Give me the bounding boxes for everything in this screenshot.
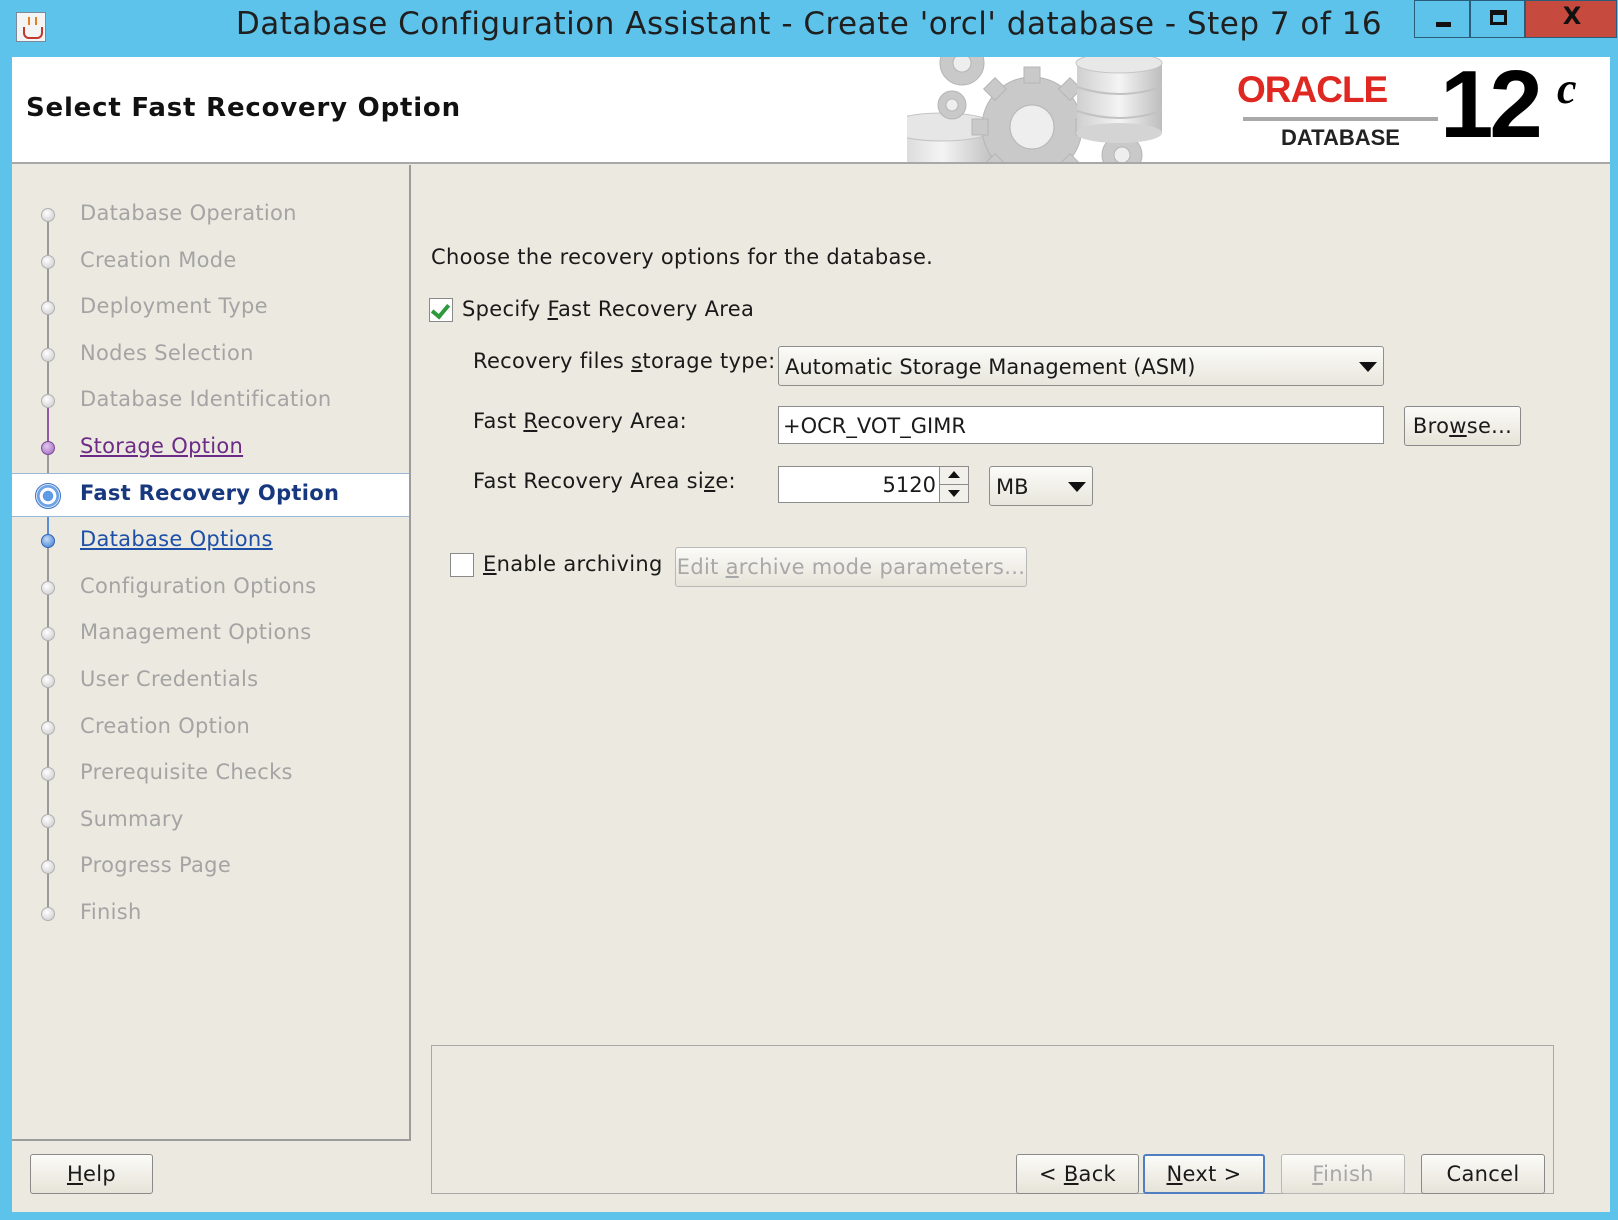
next-button[interactable]: Next >: [1143, 1154, 1265, 1194]
step-label: Fast Recovery Option: [80, 481, 340, 505]
close-button[interactable]: X: [1525, 0, 1617, 38]
step-status-icon: [41, 721, 55, 735]
back-button[interactable]: < Back: [1016, 1154, 1139, 1194]
step-item-prerequisite-checks: Prerequisite Checks: [12, 752, 409, 796]
logo-divider: [1243, 117, 1438, 121]
step-label: Database Identification: [80, 387, 332, 411]
step-status-icon: [41, 860, 55, 874]
fra-size-value: 5120: [882, 473, 936, 497]
window-title: Database Configuration Assistant - Creat…: [235, 6, 1383, 42]
arrow-up-icon: [948, 471, 960, 478]
step-item-creation-mode: Creation Mode: [12, 240, 409, 284]
browse-button[interactable]: Browse...: [1404, 406, 1521, 446]
step-label: Prerequisite Checks: [80, 760, 293, 784]
button-bar: Help < Back Next > Finish Cancel: [12, 1142, 1610, 1212]
step-label: User Credentials: [80, 667, 259, 691]
chevron-down-icon: [1359, 362, 1377, 372]
fra-location-value: +OCR_VOT_GIMR: [783, 414, 966, 438]
fra-location-label: Fast Recovery Area:: [473, 409, 688, 433]
chevron-down-icon: [1068, 482, 1086, 492]
step-item-finish: Finish: [12, 892, 409, 936]
dialog-frame: Select Fast Recovery Option ORACLE DATAB…: [12, 57, 1610, 1212]
version-suffix: c: [1557, 64, 1577, 113]
step-label: Creation Option: [80, 714, 251, 738]
specify-fra-checkbox[interactable]: [429, 298, 453, 322]
step-item-database-identification: Database Identification: [12, 379, 409, 423]
storage-type-value: Automatic Storage Management (ASM): [785, 355, 1196, 379]
step-item-progress-page: Progress Page: [12, 845, 409, 889]
step-label: Creation Mode: [80, 248, 237, 272]
step-item-creation-option: Creation Option: [12, 706, 409, 750]
storage-type-label: Recovery files storage type:: [473, 349, 776, 373]
step-label: Management Options: [80, 620, 312, 644]
enable-archiving-label: Enable archiving: [483, 552, 663, 576]
title-bar: Database Configuration Assistant - Creat…: [0, 0, 1618, 56]
step-status-icon: [41, 534, 55, 548]
step-status-icon: [41, 627, 55, 641]
step-label: Storage Option: [80, 434, 244, 458]
step-status-icon: [41, 348, 55, 362]
step-item-database-operation: Database Operation: [12, 193, 409, 237]
checkmark-icon: [430, 299, 451, 320]
content-panel: Choose the recovery options for the data…: [412, 165, 1610, 1194]
header-banner: Select Fast Recovery Option ORACLE DATAB…: [12, 57, 1610, 164]
step-item-deployment-type: Deployment Type: [12, 286, 409, 330]
fra-size-spinner[interactable]: 5120: [778, 466, 969, 503]
step-item-summary: Summary: [12, 799, 409, 843]
step-item-configuration-options: Configuration Options: [12, 566, 409, 610]
step-status-icon: [41, 767, 55, 781]
intro-text: Choose the recovery options for the data…: [431, 245, 934, 269]
step-label: Summary: [80, 807, 184, 831]
enable-archiving-checkbox[interactable]: [450, 553, 474, 577]
step-label: Database Options: [80, 527, 273, 551]
page-title: Select Fast Recovery Option: [26, 93, 461, 123]
step-label: Nodes Selection: [80, 341, 254, 365]
step-status-icon: [41, 394, 55, 408]
finish-button[interactable]: Finish: [1281, 1154, 1405, 1194]
step-item-nodes-selection: Nodes Selection: [12, 333, 409, 377]
fra-location-input[interactable]: +OCR_VOT_GIMR: [778, 406, 1384, 444]
database-product-text: DATABASE: [1281, 125, 1400, 150]
cancel-button[interactable]: Cancel: [1421, 1154, 1545, 1194]
step-status-icon: [41, 581, 55, 595]
step-label: Deployment Type: [80, 294, 268, 318]
size-unit-dropdown[interactable]: MB: [989, 466, 1093, 506]
storage-type-dropdown[interactable]: Automatic Storage Management (ASM): [778, 346, 1384, 386]
minimize-button[interactable]: [1414, 0, 1470, 38]
step-item-storage-option[interactable]: Storage Option: [12, 426, 409, 470]
step-item-user-credentials: User Credentials: [12, 659, 409, 703]
step-label: Database Operation: [80, 201, 297, 225]
help-button[interactable]: Help: [30, 1154, 153, 1194]
step-label: Progress Page: [80, 853, 232, 877]
step-status-icon: [41, 674, 55, 688]
step-label: Finish: [80, 900, 142, 924]
size-unit-value: MB: [996, 475, 1029, 499]
version-number: 12: [1440, 57, 1543, 158]
step-item-database-options[interactable]: Database Options: [12, 519, 409, 563]
spinner-down-button[interactable]: [939, 485, 968, 502]
steps-navigation: Database Operation Creation Mode Deploymen…: [12, 165, 411, 1141]
specify-fra-label: Specify Fast Recovery Area: [462, 297, 755, 321]
gears-decoration-icon: [907, 57, 1163, 162]
step-status-icon: [41, 814, 55, 828]
spinner-up-button[interactable]: [939, 467, 968, 485]
oracle-brand-text: ORACLE: [1237, 69, 1388, 110]
close-icon: X: [1562, 2, 1582, 30]
step-label: Configuration Options: [80, 574, 317, 598]
step-item-management-options: Management Options: [12, 612, 409, 656]
step-status-icon: [41, 255, 55, 269]
step-status-icon: [41, 907, 55, 921]
step-status-icon: [41, 441, 55, 455]
arrow-down-icon: [948, 490, 960, 497]
fra-size-label: Fast Recovery Area size:: [473, 469, 736, 493]
edit-archive-params-button[interactable]: Edit archive mode parameters...: [675, 547, 1027, 587]
step-item-fast-recovery-option: Fast Recovery Option: [12, 473, 409, 517]
step-status-icon: [35, 483, 61, 509]
maximize-button[interactable]: [1470, 0, 1525, 38]
step-status-icon: [41, 208, 55, 222]
step-status-icon: [41, 301, 55, 315]
